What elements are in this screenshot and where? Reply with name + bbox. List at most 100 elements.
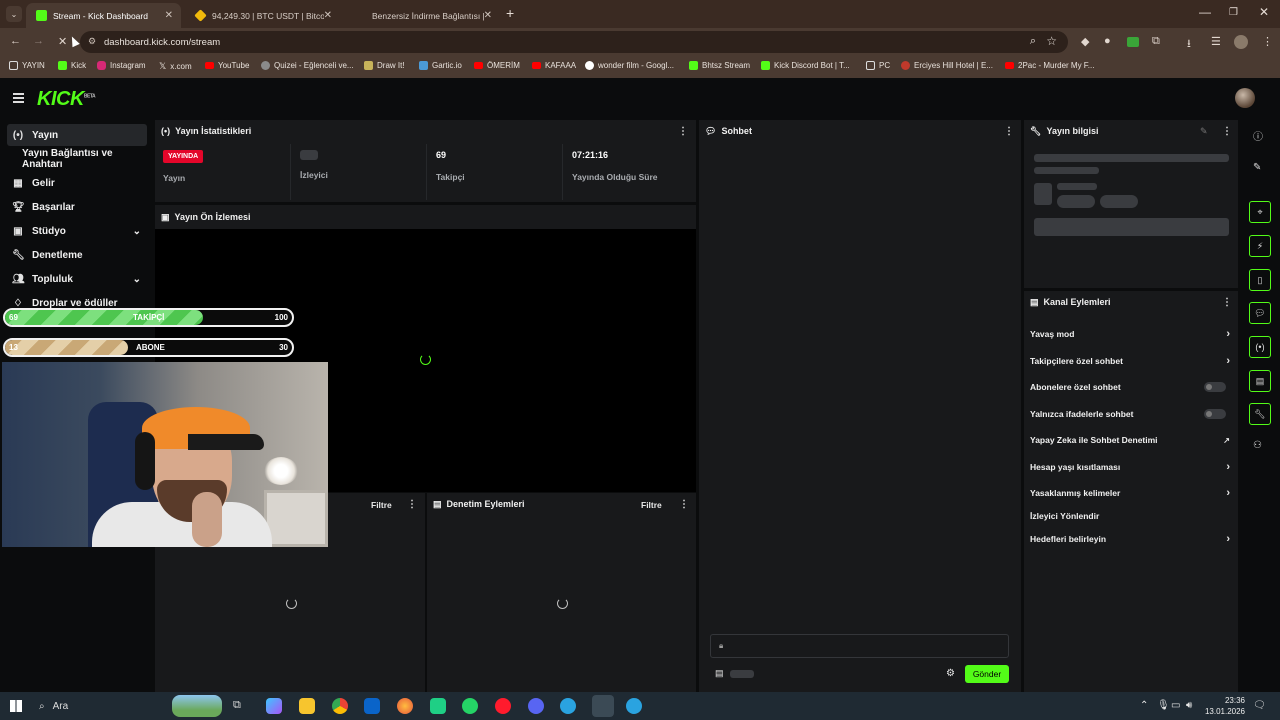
rail-button-quick-actions[interactable]: ⌖ (1249, 201, 1271, 223)
bookmark[interactable]: ÖMERİM (474, 61, 520, 70)
action-followers-only[interactable]: Takipçilere özel sohbet › (1030, 352, 1230, 370)
sidebar-item-gelir[interactable]: ▦ Gelir (7, 172, 147, 194)
more-options-icon[interactable]: ⋮ (1222, 126, 1232, 137)
firefox-icon[interactable] (397, 698, 413, 714)
bookmark[interactable]: Bhtsz Stream (689, 61, 750, 70)
chevron-up-icon[interactable]: ⌃ (1140, 700, 1148, 711)
back-icon[interactable]: ← (10, 35, 21, 47)
send-button[interactable]: Gönder (965, 665, 1009, 683)
extension-icon[interactable]: ◆ (1081, 35, 1089, 48)
minimize-icon[interactable]: — (1199, 5, 1211, 19)
app-icon[interactable] (430, 698, 446, 714)
opera-icon[interactable] (495, 698, 511, 714)
rail-button-stack[interactable]: ▤ (1249, 370, 1271, 392)
action-subscribers-only[interactable]: Abonelere özel sohbet (1030, 378, 1230, 396)
chrome-icon[interactable] (332, 698, 348, 714)
action-banned-words[interactable]: Yasaklanmış kelimeler › (1030, 484, 1230, 502)
filter-button[interactable]: Filtre (371, 500, 392, 510)
outlook-icon[interactable] (364, 698, 380, 714)
sidebar-item-yayin[interactable]: (•) Yayın (7, 124, 147, 146)
extension-icon[interactable]: ● (1104, 35, 1111, 47)
sidebar-item-basarilar[interactable]: 🏆︎ Başarılar (7, 196, 147, 218)
close-tab-icon[interactable]: ✕ (165, 10, 173, 21)
action-ai-moderation[interactable]: Yapay Zeka ile Sohbet Denetimi ↗ (1030, 431, 1230, 449)
bookmark[interactable]: Kick Discord Bot | T... (761, 61, 850, 70)
close-window-icon[interactable]: ✕ (1259, 5, 1269, 19)
edit-icon[interactable]: ✎ (1200, 126, 1208, 137)
action-account-age[interactable]: Hesap yaşı kısıtlaması › (1030, 458, 1230, 476)
microphone-icon[interactable]: 🎙︎ (1157, 700, 1170, 711)
restore-icon[interactable]: ❐ (1229, 7, 1238, 18)
zoom-icon[interactable]: ⌕ (1030, 35, 1036, 48)
extension-icon[interactable] (1127, 37, 1139, 47)
user-avatar[interactable] (1235, 88, 1255, 108)
reading-list-icon[interactable]: ☰ (1211, 35, 1221, 48)
sidebar-item-topluluk[interactable]: 👥︎ Topluluk ⌄ (7, 268, 147, 290)
download-icon[interactable]: ⭳ (1187, 35, 1191, 54)
toggle-switch[interactable] (1204, 382, 1226, 392)
action-slow-mode[interactable]: Yavaş mod › (1030, 325, 1230, 343)
copilot-icon[interactable] (266, 698, 282, 714)
bookmark[interactable]: Kick (58, 61, 86, 70)
rail-button-wrench[interactable]: 🔧︎ (1249, 403, 1271, 425)
bookmark[interactable]: Gartic.io (419, 61, 462, 70)
forward-icon[interactable]: → (33, 35, 44, 47)
sidebar-item-stream-key[interactable]: Yayın Bağlantısı ve Anahtarı (7, 148, 147, 170)
more-options-icon[interactable]: ⋮ (1222, 297, 1232, 308)
new-tab-button[interactable]: + (506, 5, 514, 21)
more-options-icon[interactable]: ⋮ (1004, 126, 1014, 137)
action-goals[interactable]: Hedefleri belirleyin › (1030, 530, 1230, 548)
browser-tab[interactable]: Stream - Kick Dashboard ✕ (26, 3, 181, 28)
menu-icon[interactable] (13, 93, 24, 105)
bookmark-star-icon[interactable]: ☆ (1046, 34, 1057, 48)
action-raid[interactable]: İzleyici Yönlendir (1030, 507, 1230, 525)
bookmark[interactable]: Instagram (97, 61, 146, 70)
close-tab-icon[interactable]: ✕ (324, 10, 332, 21)
volume-icon[interactable]: 🔊︎ (1186, 700, 1192, 711)
emote-icon[interactable]: ▤ (715, 668, 724, 679)
telegram-icon[interactable] (560, 698, 576, 714)
rail-button-lightning[interactable]: ⚡︎ (1249, 235, 1271, 257)
action-emotes-only[interactable]: Yalnızca ifadelerle sohbet (1030, 405, 1230, 423)
whatsapp-icon[interactable] (462, 698, 478, 714)
file-explorer-icon[interactable] (299, 698, 315, 714)
sidebar-item-studyo[interactable]: ▣ Stüdyo ⌄ (7, 220, 147, 242)
telegram-icon[interactable] (626, 698, 642, 714)
browser-menu-icon[interactable]: ⋮ (1262, 35, 1273, 48)
clock[interactable]: 23:36 13.01.2026 (1199, 695, 1245, 717)
network-icon[interactable]: ▭ (1171, 700, 1180, 711)
bookmark[interactable]: 2Pac - Murder My F... (1005, 61, 1094, 70)
chat-input[interactable]: 🔒︎ (710, 634, 1009, 658)
browser-tab[interactable]: 94,249.30 | BTC USDT | Bitcoin t ✕ (185, 3, 340, 28)
kick-logo[interactable]: KICKBETA (37, 88, 96, 111)
stop-loading-icon[interactable]: ✕ (58, 35, 67, 48)
filter-button[interactable]: Filtre (641, 500, 662, 510)
chrome-active-icon[interactable] (592, 695, 614, 717)
site-info-icon[interactable]: ⚙ (88, 36, 96, 47)
close-tab-icon[interactable]: ✕ (484, 10, 492, 21)
more-options-icon[interactable]: ⋮ (407, 499, 417, 510)
bookmark[interactable]: Draw It! (364, 61, 405, 70)
community-icon[interactable]: ⚇ (1253, 440, 1262, 451)
windows-start-icon[interactable] (10, 700, 22, 712)
bookmark[interactable]: 𝕏x.com (159, 61, 192, 72)
bookmark[interactable]: Erciyes Hill Hotel | E... (901, 61, 993, 70)
info-icon[interactable]: ⓘ (1253, 128, 1263, 143)
chat-settings-icon[interactable]: ⚙ (946, 668, 955, 679)
rail-button-broadcast[interactable]: (•) (1249, 336, 1271, 358)
bookmark[interactable]: wonder film - Googl... (585, 61, 674, 70)
sidebar-item-denetleme[interactable]: 🔧︎ Denetleme (7, 244, 147, 266)
discord-icon[interactable] (528, 698, 544, 714)
tab-search-button[interactable]: ⌄ (6, 6, 22, 22)
more-options-icon[interactable]: ⋮ (679, 499, 689, 510)
task-view-icon[interactable]: ⧉ (233, 699, 241, 712)
profile-avatar[interactable] (1234, 35, 1248, 49)
taskbar-search[interactable]: ⌕ Ara (33, 696, 165, 716)
address-bar[interactable]: ⚙ dashboard.kick.com/stream ⌕ ☆ (80, 31, 1068, 53)
more-options-icon[interactable]: ⋮ (678, 126, 688, 137)
edit-icon[interactable]: ✎ (1253, 162, 1261, 173)
notifications-icon[interactable]: 🗨︎ (1253, 700, 1266, 711)
extensions-puzzle-icon[interactable]: ⧉ (1152, 35, 1160, 48)
toggle-switch[interactable] (1204, 409, 1226, 419)
bookmark[interactable]: Quizei - Eğlenceli ve... (261, 61, 354, 70)
